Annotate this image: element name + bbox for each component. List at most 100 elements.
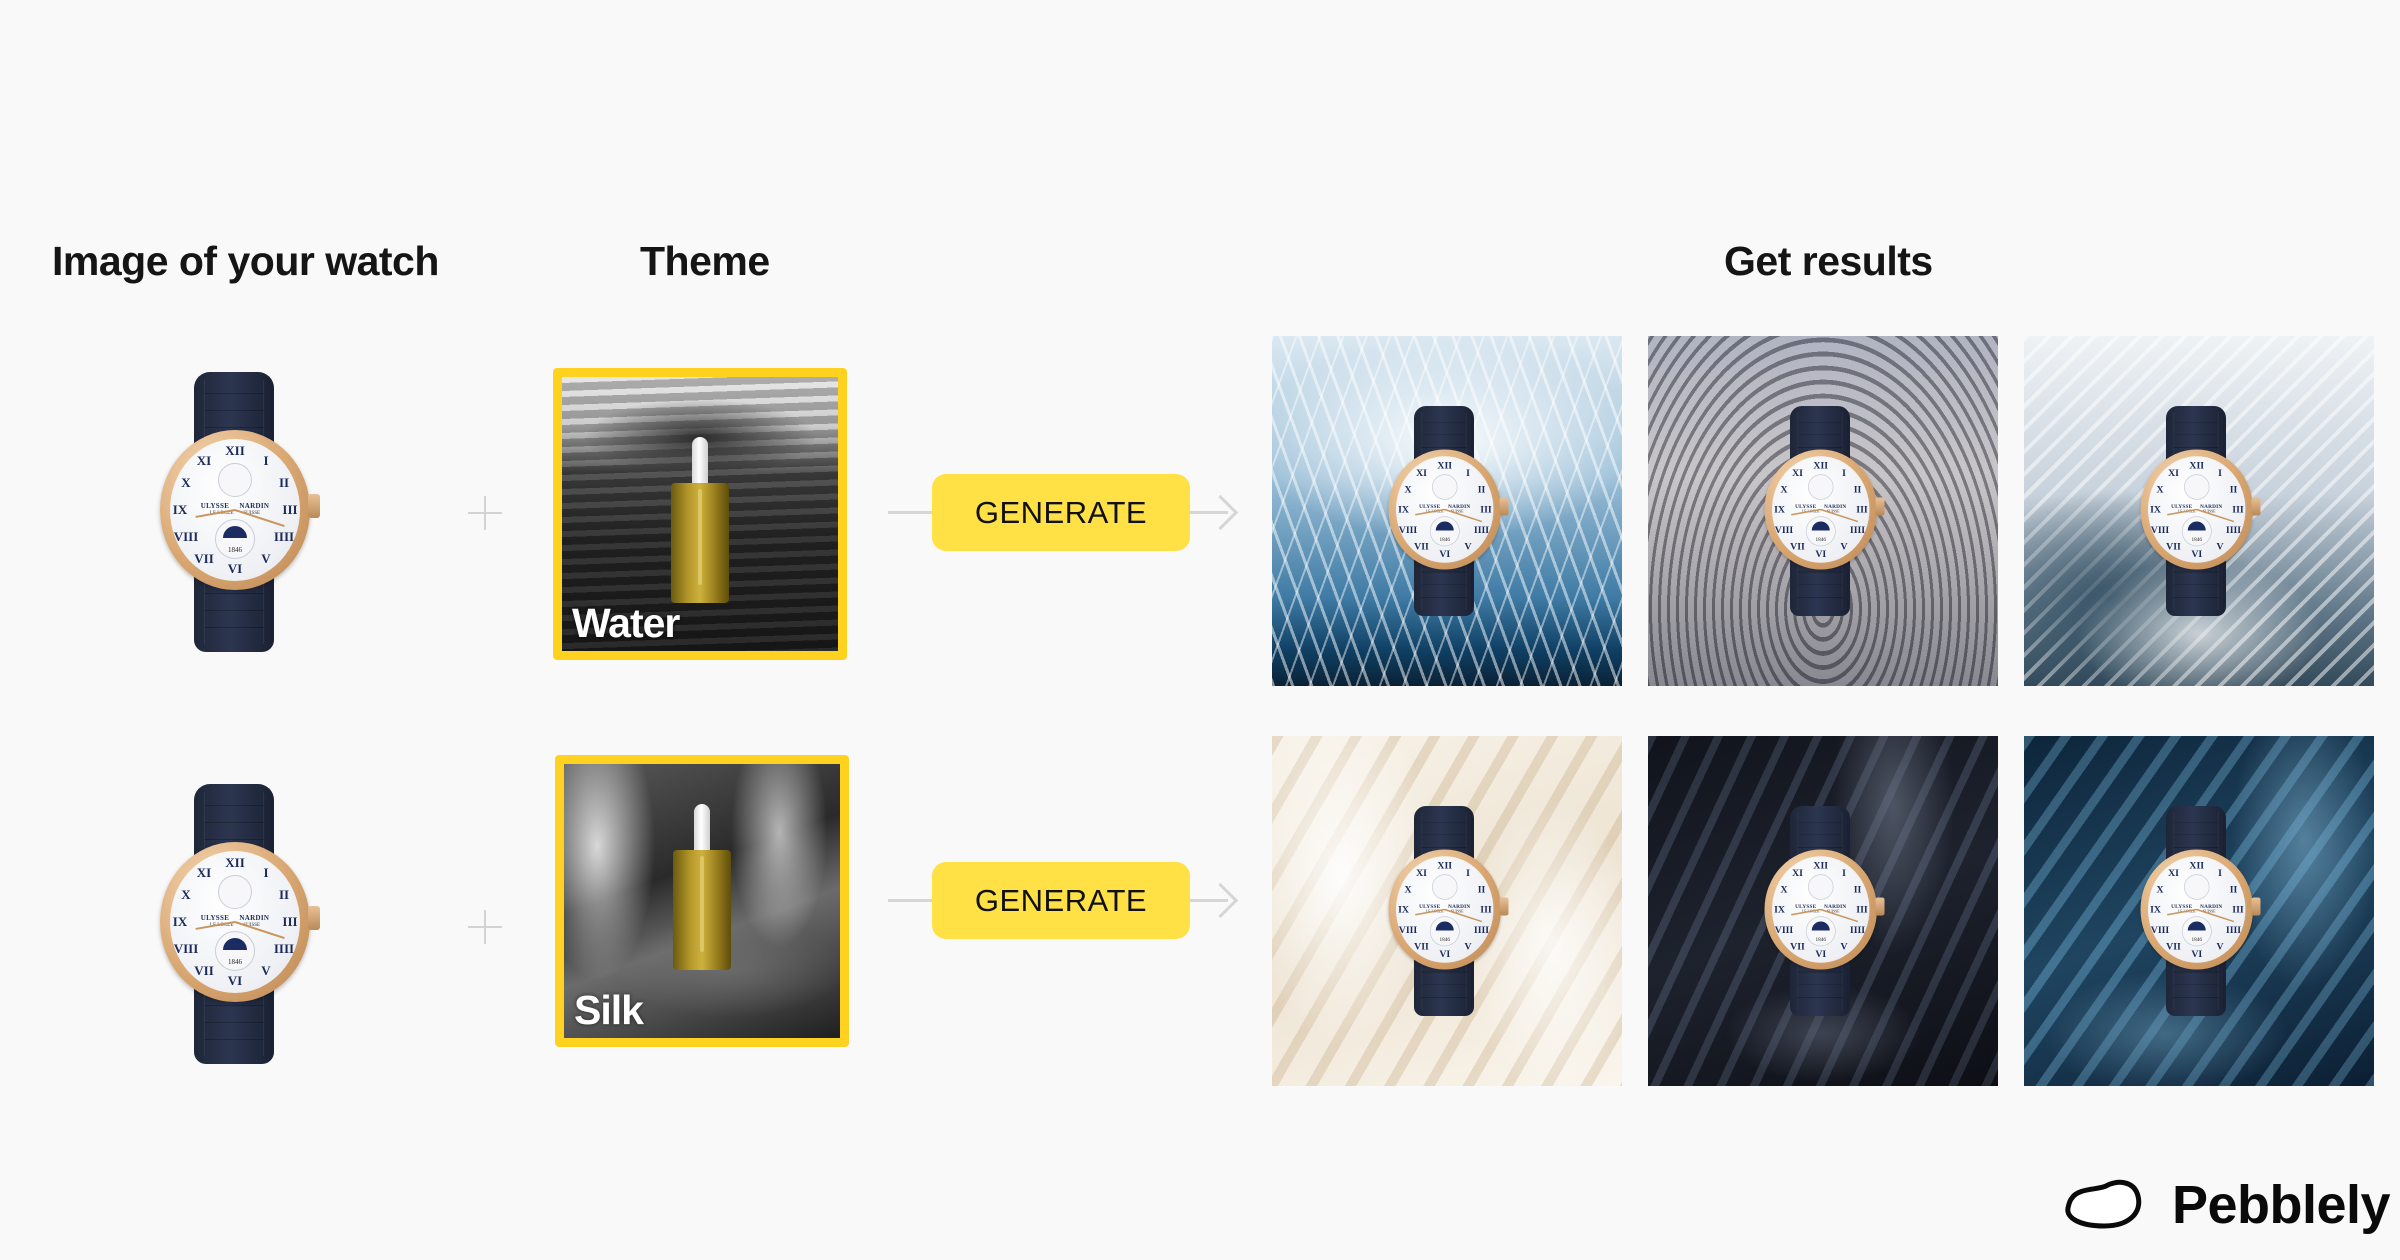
watch-case: XII I II III IIII V VI VII VIII IX X XI … bbox=[2140, 849, 2261, 970]
result-image-water-ripple[interactable]: XII I II III IIII V VI VII VIII IX X XI … bbox=[1648, 336, 1998, 686]
moon-icon bbox=[2187, 521, 2206, 531]
watch-moonphase-subdial: 1846 bbox=[2181, 516, 2212, 547]
roman-numeral: II bbox=[1477, 483, 1486, 495]
watch-origin-text: LE LOCLE SUISSE bbox=[1425, 510, 1464, 514]
roman-numeral: V bbox=[1840, 940, 1848, 952]
watch-crown bbox=[308, 906, 320, 930]
connector-line bbox=[888, 899, 934, 902]
input-watch-image[interactable]: XII I II III IIII V VI VII VIII IX X XI … bbox=[158, 784, 320, 1064]
roman-numeral: XI bbox=[1416, 466, 1427, 478]
roman-numeral: VIII bbox=[1398, 523, 1418, 535]
roman-numeral: V bbox=[1840, 540, 1848, 552]
roman-numeral: VII bbox=[2166, 540, 2181, 552]
roman-numeral: VII bbox=[194, 551, 214, 566]
moon-icon bbox=[1435, 921, 1454, 931]
roman-numeral: V bbox=[2216, 540, 2224, 552]
roman-numeral: VII bbox=[1790, 940, 1805, 952]
pebblely-logo: Pebblely bbox=[2064, 1174, 2391, 1236]
roman-numeral: X bbox=[181, 475, 191, 490]
roman-numeral: X bbox=[2156, 483, 2164, 495]
brand-name: Pebblely bbox=[2172, 1175, 2391, 1235]
roman-numeral: II bbox=[1853, 483, 1862, 495]
theme-column-header: Theme bbox=[640, 238, 770, 284]
input-column-header: Image of your watch bbox=[52, 238, 439, 284]
connector-line bbox=[888, 511, 934, 514]
watch-case: XII I II III IIII V VI VII VIII IX X XI … bbox=[1764, 449, 1885, 570]
roman-numeral: VII bbox=[2166, 940, 2181, 952]
roman-numeral: VI bbox=[1815, 547, 1827, 559]
result-image-water-splash[interactable]: XII I II III IIII V VI VII VIII IX X XI … bbox=[1272, 336, 1622, 686]
roman-numeral: II bbox=[2229, 883, 2238, 895]
watch-power-reserve-subdial bbox=[1808, 874, 1834, 900]
roman-numeral: XII bbox=[1437, 859, 1453, 871]
roman-numeral: XI bbox=[196, 453, 212, 468]
watch-power-reserve-subdial bbox=[218, 875, 252, 909]
pebble-logo-icon bbox=[2065, 1179, 2142, 1229]
generate-button[interactable]: GENERATE bbox=[932, 474, 1190, 551]
roman-numeral: II bbox=[1477, 883, 1486, 895]
roman-numeral: I bbox=[1466, 866, 1470, 878]
result-image-water-wave[interactable]: XII I II III IIII V VI VII VIII IX X XI … bbox=[2024, 336, 2374, 686]
roman-numeral: I bbox=[1466, 466, 1470, 478]
theme-card-silk[interactable]: Silk bbox=[555, 755, 849, 1047]
moon-icon bbox=[2187, 921, 2206, 931]
moon-icon bbox=[223, 938, 247, 950]
watch-case: XII I II III IIII V VI VII VIII IX X XI … bbox=[2140, 449, 2261, 570]
watch-moonphase-subdial: 1846 bbox=[1805, 516, 1836, 547]
watch-origin-text: LE LOCLE SUISSE bbox=[2177, 510, 2216, 514]
watch-origin-text: LE LOCLE SUISSE bbox=[209, 923, 260, 928]
roman-numeral: VIII bbox=[2150, 523, 2170, 535]
plus-icon bbox=[468, 910, 502, 944]
roman-numeral: I bbox=[2218, 466, 2222, 478]
watch-power-reserve-subdial bbox=[218, 463, 252, 497]
roman-numeral: XI bbox=[2168, 466, 2179, 478]
roman-numeral: I bbox=[1842, 466, 1846, 478]
results-column-header: Get results bbox=[1724, 238, 1933, 284]
roman-numeral: X bbox=[1404, 483, 1412, 495]
watch-origin-text: LE LOCLE SUISSE bbox=[209, 511, 260, 516]
theme-label: Water bbox=[572, 600, 680, 646]
roman-numeral: I bbox=[263, 453, 269, 468]
roman-numeral: VII bbox=[1414, 940, 1429, 952]
watch-in-scene: XII I II III IIII V VI VII VIII IX X XI … bbox=[1763, 806, 1885, 1016]
roman-numeral: VI bbox=[2191, 547, 2203, 559]
input-watch-image[interactable]: XII I II III IIII V VI VII VIII IX X XI … bbox=[158, 372, 320, 652]
generate-button[interactable]: GENERATE bbox=[932, 862, 1190, 939]
watch-crown bbox=[1875, 497, 1885, 516]
theme-card-water[interactable]: Water bbox=[553, 368, 847, 660]
watch-power-reserve-subdial bbox=[1808, 474, 1834, 500]
roman-numeral: VIII bbox=[1774, 923, 1794, 935]
watch-dial: XII I II III IIII V VI VII VIII IX X XI … bbox=[2148, 456, 2246, 563]
watch-in-scene: XII I II III IIII V VI VII VIII IX X XI … bbox=[1387, 806, 1509, 1016]
roman-numeral: VII bbox=[194, 963, 214, 978]
moon-icon bbox=[1811, 521, 1830, 531]
watch-crown bbox=[1499, 497, 1509, 516]
watch-origin-text: LE LOCLE SUISSE bbox=[1801, 910, 1840, 914]
roman-numeral: I bbox=[2218, 866, 2222, 878]
roman-numeral: V bbox=[1464, 540, 1472, 552]
roman-numeral: VIII bbox=[1398, 923, 1418, 935]
watch-crown bbox=[1875, 897, 1885, 916]
roman-numeral: V bbox=[2216, 940, 2224, 952]
result-image-ivory-silk[interactable]: XII I II III IIII V VI VII VIII IX X XI … bbox=[1272, 736, 1622, 1086]
result-image-black-silk[interactable]: XII I II III IIII V VI VII VIII IX X XI … bbox=[1648, 736, 1998, 1086]
roman-numeral: VI bbox=[1439, 947, 1451, 959]
watch-case: XII I II III IIII V VI VII VIII IX X XI … bbox=[160, 842, 320, 1002]
roman-numeral: VIII bbox=[1774, 523, 1794, 535]
roman-numeral: VI bbox=[1815, 947, 1827, 959]
roman-numeral: VI bbox=[227, 973, 243, 988]
watch-case: XII I II III IIII V VI VII VIII IX X XI … bbox=[1388, 449, 1509, 570]
roman-numeral: I bbox=[1842, 866, 1846, 878]
result-image-blue-silk[interactable]: XII I II III IIII V VI VII VIII IX X XI … bbox=[2024, 736, 2374, 1086]
roman-numeral: XI bbox=[2168, 866, 2179, 878]
roman-numeral: II bbox=[1853, 883, 1862, 895]
watch-moonphase-subdial: 1846 bbox=[215, 519, 255, 559]
roman-numeral: IIII bbox=[1849, 523, 1866, 535]
roman-numeral: X bbox=[1780, 483, 1788, 495]
roman-numeral: VII bbox=[1414, 540, 1429, 552]
roman-numeral: IIII bbox=[273, 529, 295, 544]
roman-numeral: IIII bbox=[1849, 923, 1866, 935]
dropper-bottle-image bbox=[672, 804, 732, 974]
watch-crown bbox=[308, 494, 320, 518]
bottle-part bbox=[694, 804, 710, 854]
